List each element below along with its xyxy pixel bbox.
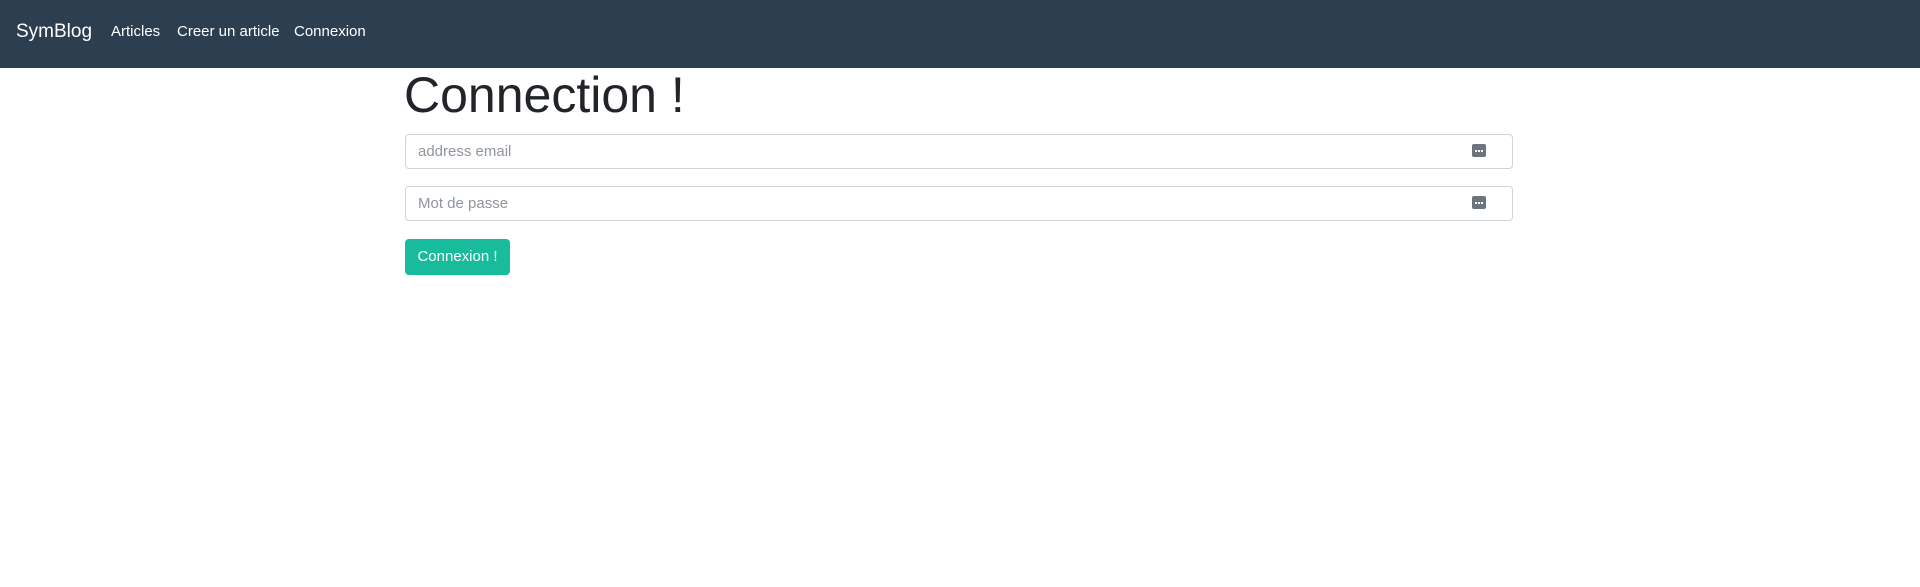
- password-field: [405, 186, 1513, 221]
- page-title: Connection !: [404, 67, 685, 123]
- password-input[interactable]: [406, 187, 1466, 220]
- password-manager-icon[interactable]: [1472, 196, 1486, 209]
- email-input[interactable]: [406, 135, 1466, 168]
- password-manager-icon[interactable]: [1472, 144, 1486, 157]
- login-submit-button[interactable]: Connexion !: [405, 239, 510, 275]
- nav-link-articles[interactable]: Articles: [111, 22, 160, 42]
- nav-link-create-article[interactable]: Creer un article: [177, 22, 280, 42]
- nav-link-login[interactable]: Connexion: [294, 22, 366, 42]
- brand-link[interactable]: SymBlog: [16, 20, 92, 44]
- email-field: [405, 134, 1513, 169]
- navbar: SymBlog Articles Creer un article Connex…: [0, 0, 1920, 68]
